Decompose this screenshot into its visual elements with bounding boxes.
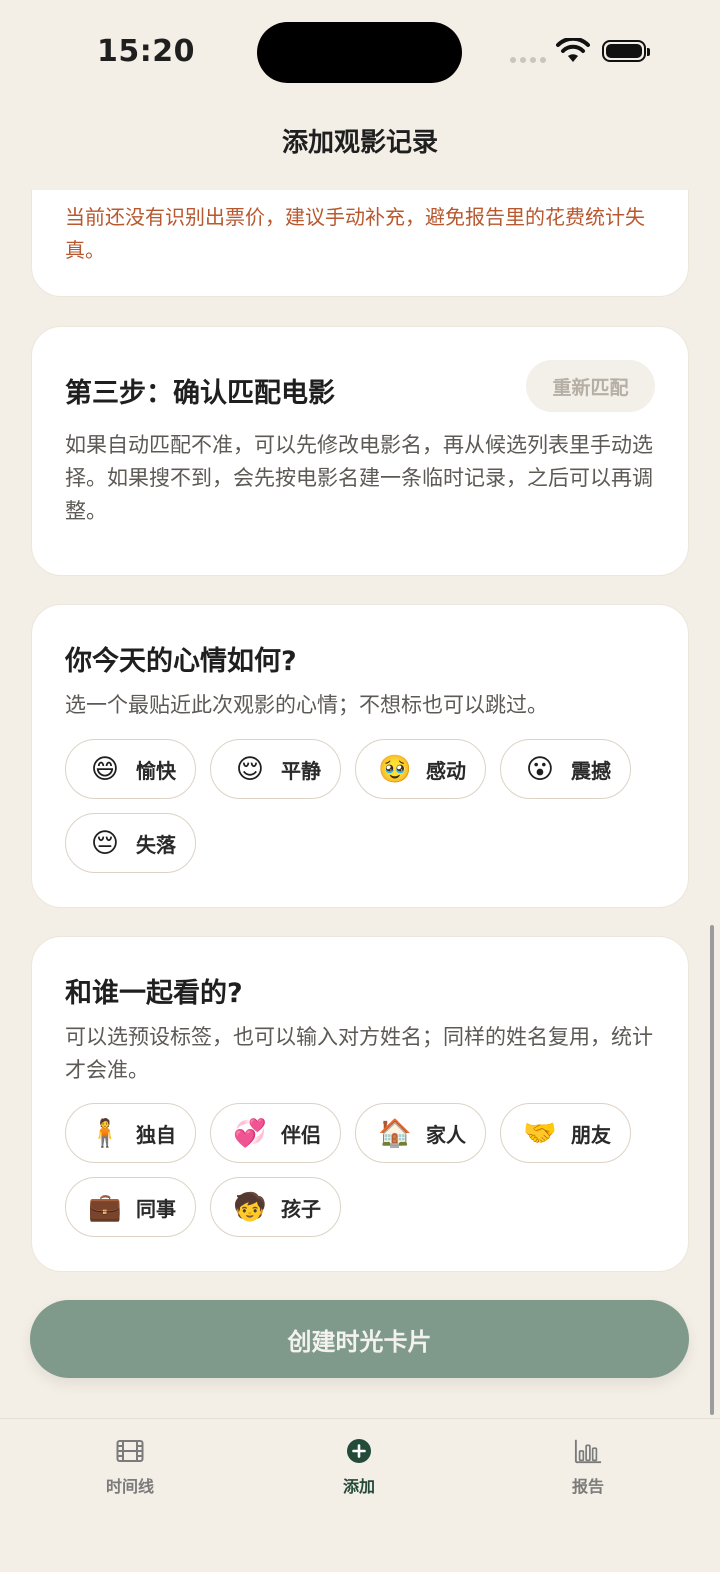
companion-chip-label: 伴侣 [281, 1122, 321, 1147]
companion-chip-family[interactable]: 🏠 家人 [355, 1103, 486, 1163]
price-warning-card: 当前还没有识别出票价，建议手动补充，避免报告里的花费统计失真。 [31, 190, 689, 297]
grinning-face-icon: 😄 [90, 753, 120, 785]
two-hearts-icon: 💞 [233, 1118, 267, 1149]
tab-add[interactable]: 添加 [299, 1437, 419, 1497]
battery-icon [602, 40, 650, 62]
briefcase-icon: 💼 [88, 1192, 122, 1223]
mood-chip-label: 感动 [426, 758, 466, 783]
film-icon [116, 1437, 144, 1465]
mood-chip-happy[interactable]: 😄 愉快 [65, 739, 196, 799]
mood-chip-calm[interactable]: 😌 平静 [210, 739, 341, 799]
companion-chip-label: 同事 [136, 1196, 176, 1221]
mood-chip-label: 震撼 [571, 758, 611, 783]
mood-chip-shocked[interactable]: 😮 震撼 [500, 739, 631, 799]
cellular-signal-icon [510, 57, 546, 63]
companion-chip-partner[interactable]: 💞 伴侣 [210, 1103, 341, 1163]
companion-chip-label: 朋友 [571, 1122, 611, 1147]
pensive-face-icon: 😔 [90, 827, 120, 859]
companion-card: 和谁一起看的? 可以选预设标签，也可以输入对方姓名；同样的姓名复用，统计才会准。… [31, 936, 689, 1272]
handshake-icon: 🤝 [523, 1118, 557, 1149]
companion-title: 和谁一起看的? [65, 978, 243, 1009]
step-three-title: 第三步：确认匹配电影 [65, 378, 335, 409]
tab-bar: 时间线 添加 报告 [0, 1418, 720, 1572]
astonished-face-icon: 😮 [525, 753, 555, 785]
dynamic-island [257, 22, 462, 83]
companion-chip-friend[interactable]: 🤝 朋友 [500, 1103, 631, 1163]
house-icon: 🏠 [378, 1118, 412, 1149]
form-scroll-area[interactable]: 当前还没有识别出票价，建议手动补充，避免报告里的花费统计失真。 第三步：确认匹配… [0, 190, 720, 1418]
tab-label: 报告 [571, 1477, 604, 1496]
mood-chip-label: 愉快 [136, 758, 176, 783]
tab-label: 添加 [342, 1477, 375, 1496]
mood-chip-moved[interactable]: 🥹 感动 [355, 739, 486, 799]
relieved-face-icon: 😌 [235, 753, 265, 785]
match-movie-card: 第三步：确认匹配电影 重新匹配 如果自动匹配不准，可以先修改电影名，再从候选列表… [31, 326, 689, 576]
mood-card: 你今天的心情如何? 选一个最贴近此次观影的心情；不想标也可以跳过。 😄 愉快 😌… [31, 604, 689, 908]
holding-back-tears-face-icon: 🥹 [378, 754, 412, 785]
mood-chip-label: 平静 [281, 758, 321, 783]
mood-chip-label: 失落 [136, 832, 176, 857]
companion-description: 可以选预设标签，也可以输入对方姓名；同样的姓名复用，统计才会准。 [65, 1025, 653, 1082]
companion-chip-child[interactable]: 🧒 孩子 [210, 1177, 341, 1237]
mood-options: 😄 愉快 😌 平静 🥹 感动 😮 震撼 😔 失落 [65, 739, 665, 873]
mood-title: 你今天的心情如何? [65, 646, 297, 677]
scrollbar[interactable] [710, 925, 714, 1415]
bar-chart-icon [574, 1437, 602, 1465]
status-time: 15:20 [97, 34, 195, 69]
create-card-button[interactable]: 创建时光卡片 [30, 1300, 689, 1378]
tab-report[interactable]: 报告 [528, 1437, 648, 1497]
child-icon: 🧒 [233, 1192, 267, 1223]
companion-chip-label: 孩子 [281, 1196, 321, 1221]
companion-options: 🧍 独自 💞 伴侣 🏠 家人 🤝 朋友 💼 同事 🧒 孩子 [65, 1103, 665, 1237]
step-three-description: 如果自动匹配不准，可以先修改电影名，再从候选列表里手动选择。如果搜不到，会先按电… [65, 433, 653, 523]
plus-circle-icon [345, 1437, 373, 1465]
standing-person-icon: 🧍 [88, 1118, 122, 1149]
status-bar: 15:20 [0, 0, 720, 100]
companion-chip-colleague[interactable]: 💼 同事 [65, 1177, 196, 1237]
page-title: 添加观影记录 [281, 128, 438, 158]
tab-timeline[interactable]: 时间线 [70, 1437, 190, 1497]
price-warning-text: 当前还没有识别出票价，建议手动补充，避免报告里的花费统计失真。 [65, 205, 645, 262]
mood-description: 选一个最贴近此次观影的心情；不想标也可以跳过。 [65, 693, 548, 717]
wifi-icon [556, 38, 590, 62]
mood-chip-down[interactable]: 😔 失落 [65, 813, 196, 873]
companion-chip-label: 家人 [426, 1122, 466, 1147]
companion-chip-label: 独自 [136, 1122, 176, 1147]
rematch-button[interactable]: 重新匹配 [526, 360, 655, 412]
tab-label: 时间线 [105, 1477, 154, 1496]
companion-chip-alone[interactable]: 🧍 独自 [65, 1103, 196, 1163]
